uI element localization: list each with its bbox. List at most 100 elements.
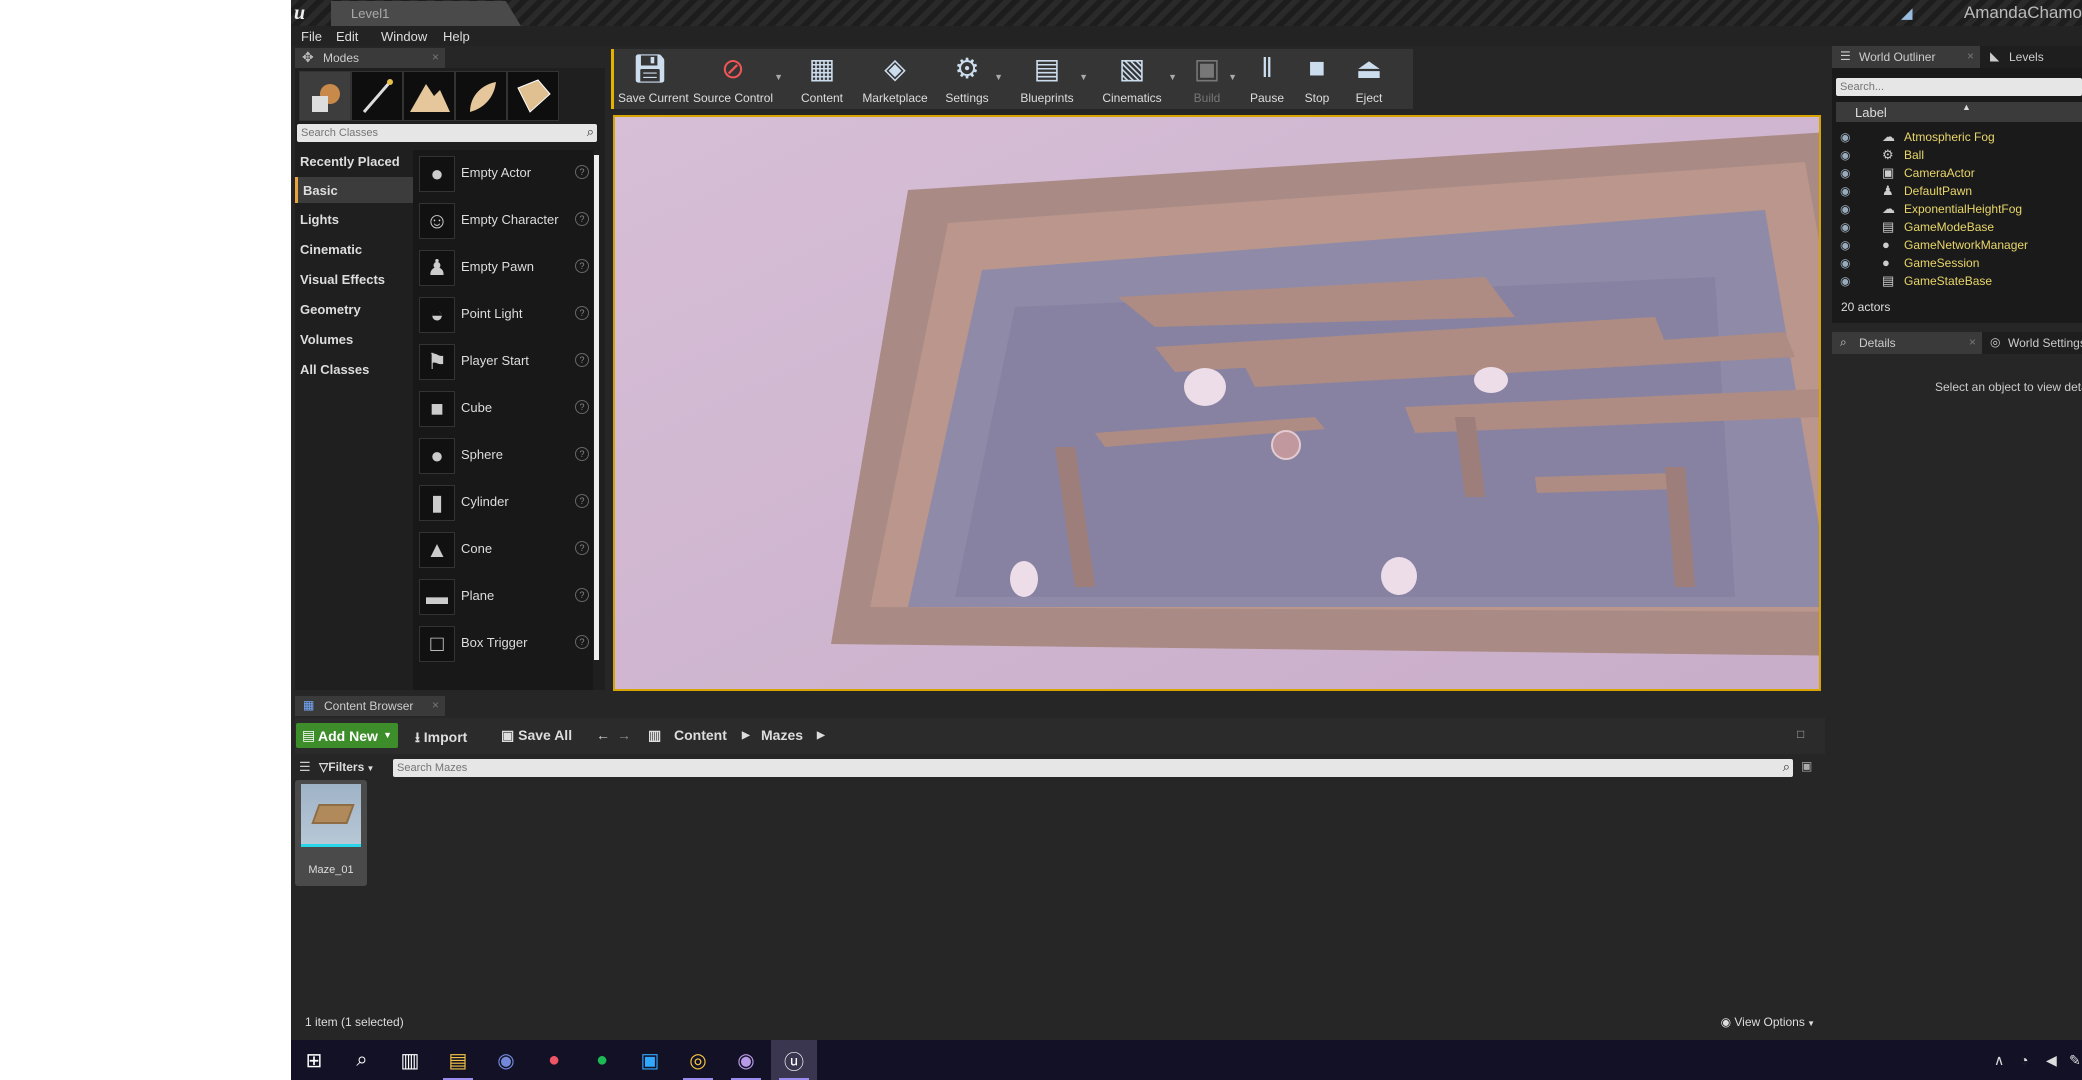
category-cinematic[interactable]: Cinematic — [295, 236, 411, 262]
menu-window[interactable]: Window — [381, 29, 427, 44]
list-item[interactable]: ◉ ▣ CameraActor — [1832, 164, 2082, 182]
tab-details[interactable]: ⌕ Details × — [1832, 332, 1982, 354]
help-icon[interactable]: ? — [575, 588, 589, 602]
eye-icon[interactable]: ◉ — [1840, 238, 1850, 252]
eye-icon[interactable]: ◉ — [1840, 130, 1850, 144]
list-item[interactable]: ◒ Point Light? — [413, 291, 593, 338]
outliner-search-field[interactable] — [1836, 78, 2082, 96]
tab-world-settings[interactable]: ◎ World Settings — [1984, 332, 2082, 354]
help-icon[interactable]: ? — [575, 541, 589, 555]
source-control-button[interactable]: ⊘ Source Control ▼ — [693, 50, 783, 108]
list-item[interactable]: ◉ ▤ GameModeBase — [1832, 218, 2082, 236]
list-item[interactable]: ◉ ● GameSession — [1832, 254, 2082, 272]
list-item[interactable]: □ Box Trigger? — [413, 620, 593, 667]
save-search-icon[interactable]: ▣ — [1801, 759, 1812, 773]
unreal-engine-icon[interactable]: ⓤ — [771, 1040, 817, 1080]
sources-panel-icon[interactable]: ☰ — [299, 759, 311, 775]
help-icon[interactable]: ? — [575, 259, 589, 273]
eye-icon[interactable]: ◉ — [1840, 202, 1850, 216]
close-icon[interactable]: × — [432, 698, 439, 712]
content-browser-tab[interactable]: ▦ Content Browser × — [295, 696, 445, 716]
search-classes-input[interactable] — [297, 124, 575, 142]
category-geometry[interactable]: Geometry — [295, 296, 411, 322]
chevron-down-icon[interactable]: ▼ — [1079, 72, 1088, 82]
category-visual-effects[interactable]: Visual Effects — [295, 266, 411, 292]
lock-icon[interactable]: □ — [1797, 727, 1804, 741]
list-item[interactable]: ◉ ☁ ExponentialHeightFog — [1832, 200, 2082, 218]
outliner-column-header[interactable]: Label ▲ — [1836, 102, 2082, 122]
save-all-button[interactable]: ▣ Save All — [501, 727, 572, 744]
menu-file[interactable]: File — [301, 29, 322, 44]
category-basic[interactable]: Basic — [295, 177, 414, 203]
breadcrumb-separator-icon[interactable]: ▶ — [742, 730, 750, 741]
discord-icon[interactable]: ◉ — [483, 1040, 529, 1080]
windows-start-icon[interactable]: ⊞ — [291, 1040, 337, 1080]
eye-icon[interactable]: ◉ — [1840, 148, 1850, 162]
eye-icon[interactable]: ◉ — [1840, 184, 1850, 198]
list-item[interactable]: ◉ ☁ Atmospheric Fog — [1832, 128, 2082, 146]
eye-icon[interactable]: ◉ — [1840, 256, 1850, 270]
eject-button[interactable]: ⏏ Eject — [1349, 50, 1389, 108]
list-item[interactable]: ▮ Cylinder? — [413, 479, 593, 526]
breadcrumb-mazes[interactable]: Mazes — [761, 727, 803, 743]
close-icon[interactable]: × — [1969, 335, 1976, 349]
paint-mode-button[interactable] — [351, 71, 403, 121]
file-explorer-icon[interactable]: ▤ — [435, 1040, 481, 1080]
asset-tile-maze-01[interactable]: Maze_01 — [295, 780, 367, 886]
geometry-mode-button[interactable] — [507, 71, 559, 121]
list-item[interactable]: ■ Cube? — [413, 385, 593, 432]
cinematics-button[interactable]: ▧ Cinematics ▼ — [1097, 50, 1177, 108]
help-icon[interactable]: ? — [575, 494, 589, 508]
search-mazes-input[interactable] — [393, 759, 1781, 777]
stop-button[interactable]: ■ Stop — [1297, 50, 1337, 108]
import-button[interactable]: ⭳ Import — [415, 727, 467, 751]
help-icon[interactable]: ? — [575, 635, 589, 649]
photoshop-icon[interactable]: ▣ — [627, 1040, 673, 1080]
content-button[interactable]: ▦ Content — [797, 50, 847, 108]
eye-icon[interactable]: ◉ — [1840, 166, 1850, 180]
back-arrow-icon[interactable]: ← — [596, 727, 610, 743]
chevron-down-icon[interactable]: ▼ — [1168, 72, 1177, 82]
close-icon[interactable]: × — [432, 50, 439, 64]
help-icon[interactable]: ? — [575, 306, 589, 320]
list-item[interactable]: ▲ Cone? — [413, 526, 593, 573]
app-icon[interactable]: ● — [531, 1040, 577, 1080]
search-icon[interactable]: ⌕ — [339, 1040, 385, 1080]
search-classes-field[interactable]: ⌕ — [297, 124, 597, 142]
help-icon[interactable]: ? — [575, 353, 589, 367]
graduation-cap-icon[interactable]: ◢ — [1901, 4, 1917, 22]
chevron-down-icon[interactable]: ▼ — [774, 72, 783, 82]
pause-button[interactable]: ‖ Pause — [1246, 50, 1288, 108]
build-button[interactable]: ▣ Build ▼ — [1187, 50, 1237, 108]
list-item[interactable]: ⚑ Player Start? — [413, 338, 593, 385]
list-item[interactable]: ▬ Plane? — [413, 573, 593, 620]
list-item[interactable]: ◉ ♟ DefaultPawn — [1832, 182, 2082, 200]
twitch-icon[interactable]: ◉ — [723, 1040, 769, 1080]
help-icon[interactable]: ? — [575, 400, 589, 414]
list-item[interactable]: ● Sphere? — [413, 432, 593, 479]
chrome-icon[interactable]: ◎ — [675, 1040, 721, 1080]
menu-help[interactable]: Help — [443, 29, 470, 44]
save-current-button[interactable]: 💾︎ Save Current — [618, 50, 689, 108]
help-icon[interactable]: ? — [575, 447, 589, 461]
chevron-down-icon[interactable]: ▼ — [994, 72, 1003, 82]
volume-icon[interactable]: ◀ — [2046, 1052, 2057, 1069]
list-item[interactable]: ☺ Empty Character? — [413, 197, 593, 244]
category-all-classes[interactable]: All Classes — [295, 356, 411, 382]
help-icon[interactable]: ? — [575, 165, 589, 179]
landscape-mode-button[interactable] — [403, 71, 455, 121]
chevron-down-icon[interactable]: ▼ — [1228, 72, 1237, 82]
spotify-icon[interactable]: ● — [579, 1040, 625, 1080]
list-item[interactable]: ♟ Empty Pawn? — [413, 244, 593, 291]
category-recently-placed[interactable]: Recently Placed — [295, 148, 411, 174]
network-icon[interactable]: ◔ — [2020, 1052, 2028, 1068]
forward-arrow-icon[interactable]: → — [617, 727, 631, 743]
tab-world-outliner[interactable]: ☰ World Outliner × — [1832, 46, 1980, 68]
list-item[interactable]: ◉ ▤ GameStateBase — [1832, 272, 2082, 290]
filters-button[interactable]: ▽Filters ▼ — [319, 760, 374, 774]
blueprints-button[interactable]: ▤ Blueprints ▼ — [1016, 50, 1088, 108]
level-document-tab[interactable]: Level1 — [331, 1, 521, 26]
menu-edit[interactable]: Edit — [336, 29, 358, 44]
chevron-up-icon[interactable]: ∧ — [1994, 1052, 2004, 1069]
class-list-scrollbar[interactable] — [594, 155, 599, 660]
